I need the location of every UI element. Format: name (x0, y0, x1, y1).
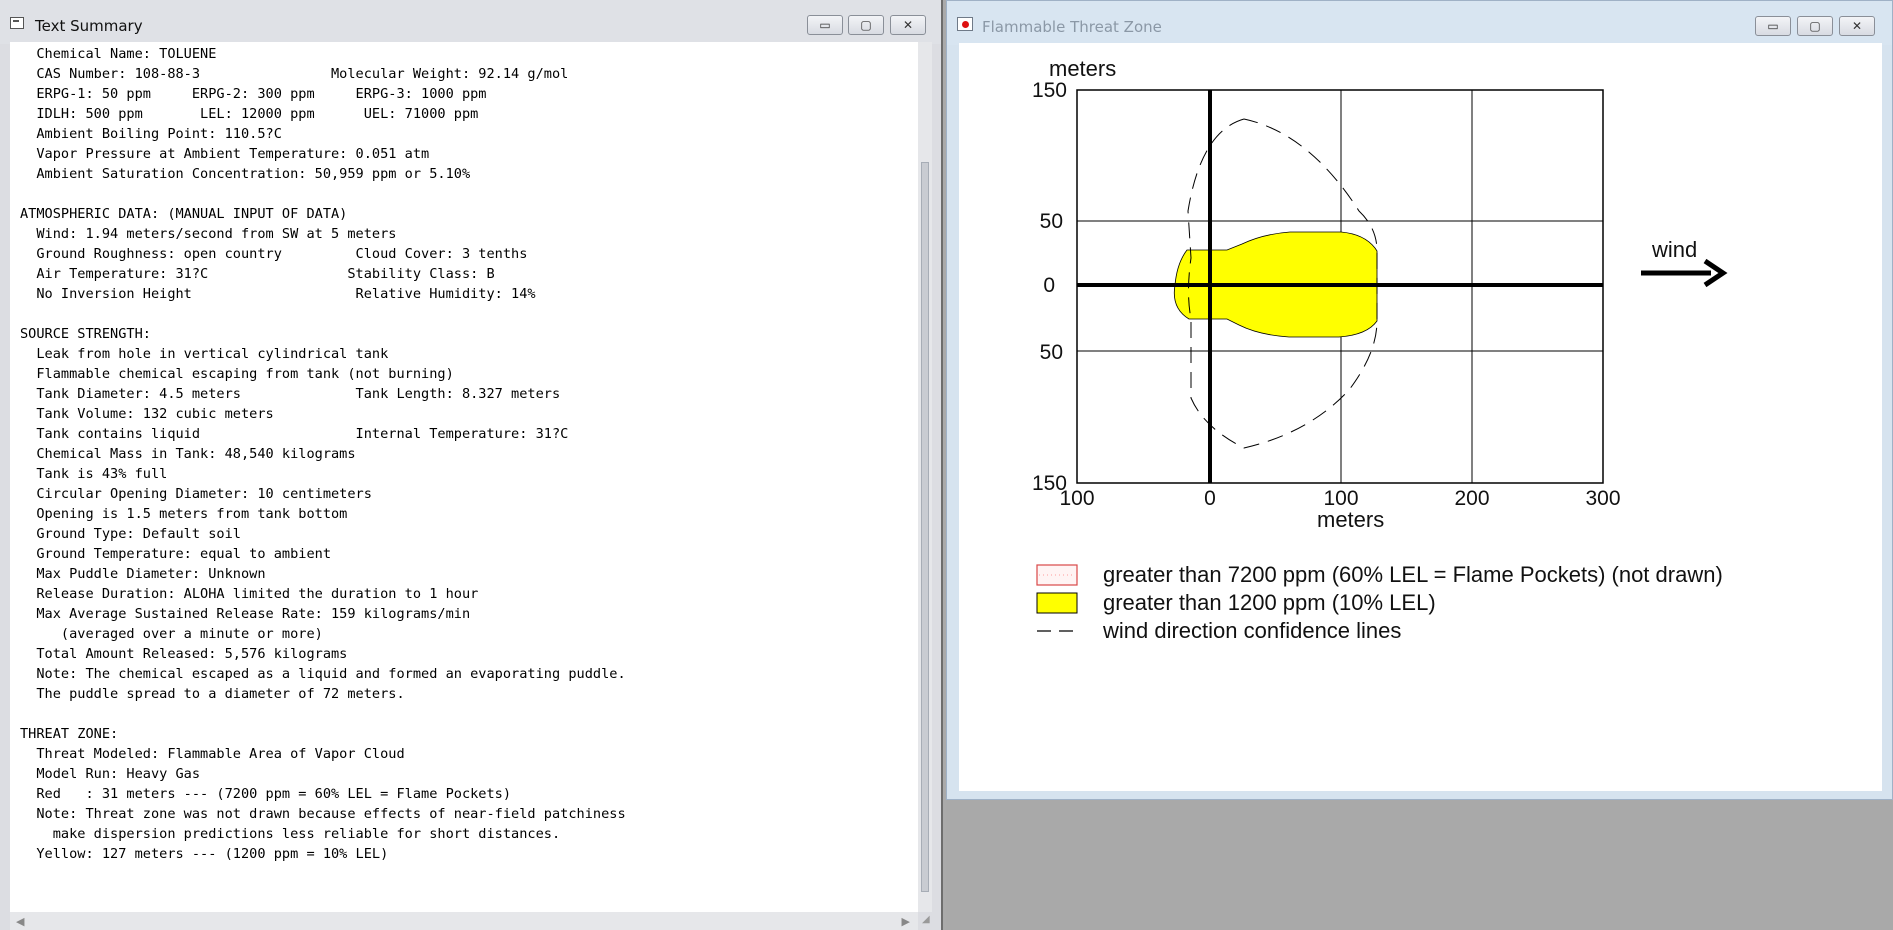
y-tick-label: 50 (1040, 341, 1063, 364)
x-tick-label: 100 (1059, 487, 1094, 510)
legend-label-red: greater than 7200 ppm (60% LEL = Flame P… (1103, 562, 1723, 587)
maximize-icon: ▢ (1809, 19, 1821, 33)
scroll-right-icon[interactable]: ▶ (902, 915, 910, 928)
vertical-scroll-thumb[interactable] (921, 162, 929, 892)
close-button[interactable]: ✕ (1839, 16, 1875, 36)
horizontal-scrollbar[interactable]: ◀ ▶ (10, 912, 918, 930)
maximize-button[interactable]: ▢ (1797, 16, 1833, 36)
flammable-threat-zone-window: Flammable Threat Zone ▭ ▢ ✕ meters meter… (946, 0, 1893, 800)
maximize-icon: ▢ (860, 18, 872, 32)
y-axis-label: meters (1049, 56, 1116, 81)
x-tick-label: 200 (1454, 487, 1489, 510)
x-axis-label: meters (1317, 507, 1384, 532)
x-tick-label: 0 (1204, 487, 1216, 510)
summary-text: Chemical Name: TOLUENE CAS Number: 108-8… (20, 46, 626, 862)
threat-zone-plot-area: meters meters 150 50 0 50 150 100 0 100 … (959, 43, 1882, 791)
y-tick-label: 150 (1032, 79, 1067, 102)
minimize-icon: ▭ (1767, 19, 1779, 33)
maximize-button[interactable]: ▢ (848, 15, 884, 35)
window-title: Text Summary (35, 17, 143, 35)
threat-zone-titlebar[interactable]: Flammable Threat Zone ▭ ▢ ✕ (947, 1, 1892, 45)
minimize-button[interactable]: ▭ (807, 15, 843, 35)
y-tick-label: 50 (1040, 210, 1063, 233)
threat-zone-chart: meters meters 150 50 0 50 150 100 0 100 … (1032, 56, 1728, 643)
vertical-scrollbar[interactable] (918, 42, 932, 912)
text-summary-content[interactable]: Chemical Name: TOLUENE CAS Number: 108-8… (10, 42, 918, 912)
close-icon: ✕ (902, 18, 914, 32)
y-tick-label: 0 (1043, 274, 1055, 297)
close-button[interactable]: ✕ (890, 15, 926, 35)
wind-label: wind (1651, 237, 1697, 262)
x-tick-label: 300 (1585, 487, 1620, 510)
window-title: Flammable Threat Zone (982, 18, 1162, 36)
resize-grip-icon[interactable]: ◢ (922, 914, 934, 926)
x-tick-label: 100 (1323, 487, 1358, 510)
legend-label-yellow: greater than 1200 ppm (10% LEL) (1103, 590, 1436, 615)
text-summary-window: Text Summary ▭ ▢ ✕ Chemical Name: TOLUEN… (0, 0, 943, 930)
text-summary-titlebar[interactable]: Text Summary ▭ ▢ ✕ (0, 0, 941, 44)
window-icon (10, 17, 24, 29)
window-icon (957, 17, 973, 31)
legend-label-confidence: wind direction confidence lines (1102, 618, 1401, 643)
minimize-button[interactable]: ▭ (1755, 16, 1791, 36)
legend-swatch-yellow (1036, 592, 1078, 614)
close-icon: ✕ (1851, 19, 1863, 33)
scroll-left-icon[interactable]: ◀ (16, 915, 24, 928)
minimize-icon: ▭ (819, 18, 831, 32)
background-area (946, 800, 1893, 930)
